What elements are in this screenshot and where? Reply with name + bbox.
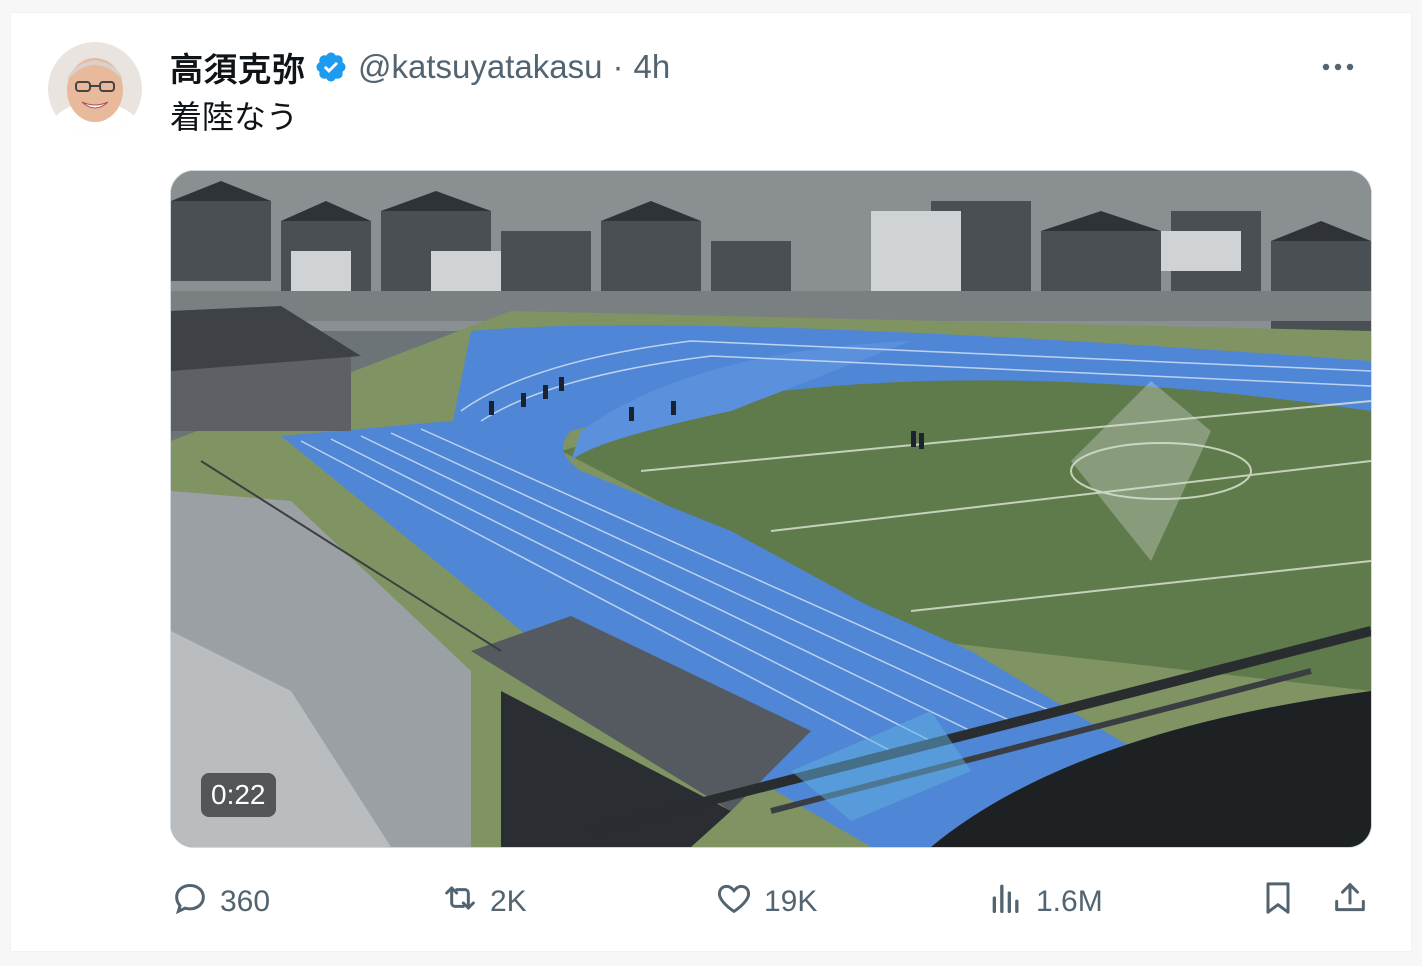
avatar-image	[48, 42, 142, 136]
reply-count: 360	[220, 885, 271, 918]
bookmark-icon	[1258, 878, 1308, 926]
views-count: 1.6M	[1036, 885, 1103, 918]
separator-dot: ·	[612, 48, 624, 85]
like-button[interactable]: 19K	[714, 874, 817, 930]
like-count: 19K	[764, 885, 818, 918]
avatar[interactable]	[48, 42, 142, 136]
repost-count: 2K	[490, 885, 527, 918]
views-icon	[986, 878, 1036, 926]
reply-button[interactable]: 360	[170, 874, 270, 930]
video-duration: 0:22	[201, 773, 276, 817]
action-bar: 360 2K 19K 1.6M	[170, 874, 1370, 930]
tweet-text: 着陸なう	[170, 98, 299, 136]
video-frame	[171, 171, 1371, 847]
verified-badge-icon	[314, 50, 348, 84]
reply-icon	[170, 878, 220, 926]
tweet-header: 高須克弥 @katsuyatakasu · 4h	[170, 44, 670, 90]
author-handle[interactable]: @katsuyatakasu	[358, 48, 602, 86]
repost-icon	[440, 878, 490, 926]
author-name[interactable]: 高須克弥	[170, 43, 306, 91]
repost-button[interactable]: 2K	[440, 874, 527, 930]
video-player[interactable]: 0:22	[170, 170, 1372, 848]
post-time[interactable]: 4h	[633, 48, 670, 86]
views-button[interactable]: 1.6M	[986, 874, 1103, 930]
more-icon[interactable]	[1316, 52, 1360, 82]
heart-icon	[714, 878, 764, 926]
bookmark-button[interactable]	[1258, 874, 1308, 930]
share-icon	[1330, 878, 1380, 926]
share-button[interactable]	[1330, 874, 1380, 930]
